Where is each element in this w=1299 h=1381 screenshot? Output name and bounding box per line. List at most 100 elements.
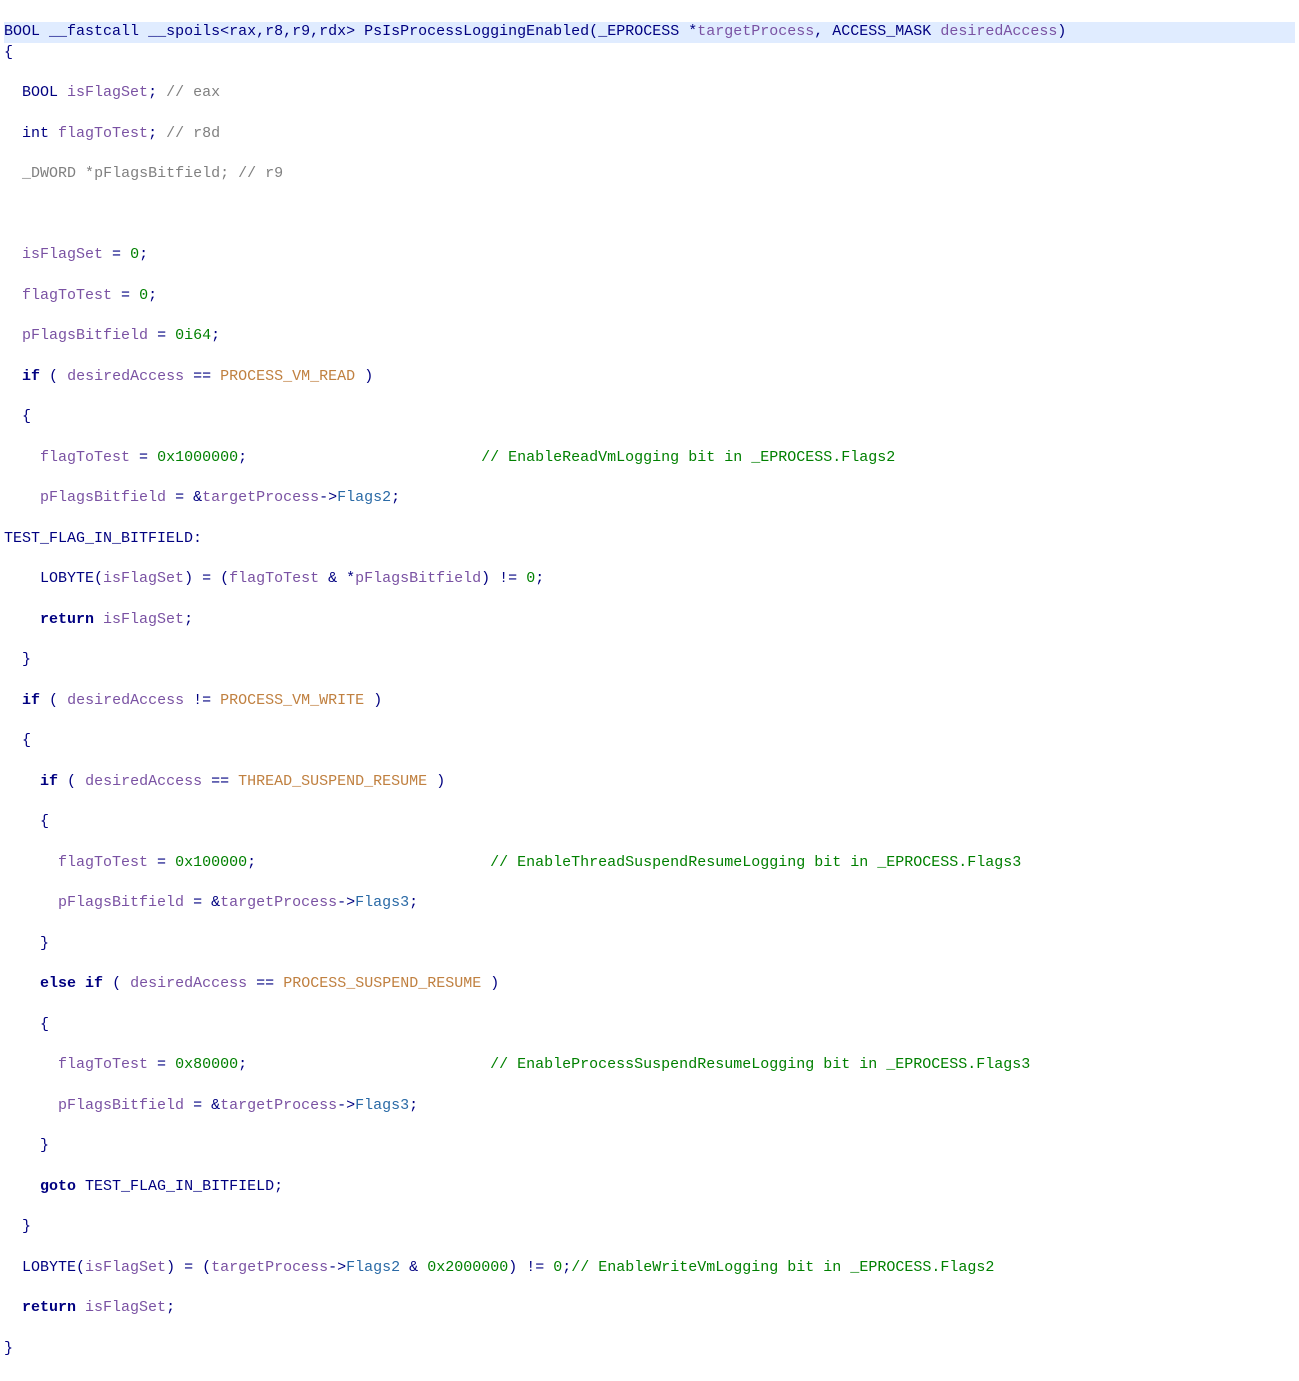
return-value[interactable]: isFlagSet <box>103 611 184 628</box>
local-decl[interactable]: int flagToTest; // r8d <box>4 124 1295 144</box>
cond-const[interactable]: PROCESS_SUSPEND_RESUME <box>283 975 481 992</box>
brace-open: { <box>4 407 1295 427</box>
assignment[interactable]: pFlagsBitfield = &targetProcess->Flags3; <box>4 1096 1295 1116</box>
spoils-list: <rax,r8,r9,rdx> <box>220 23 355 40</box>
return-keyword: return <box>40 611 94 628</box>
lhs[interactable]: pFlagsBitfield <box>22 327 148 344</box>
comment: // EnableThreadSuspendResumeLogging bit … <box>490 854 1021 871</box>
rhs: 0x100000 <box>175 854 247 871</box>
spoils-keyword: __spoils <box>148 23 220 40</box>
member[interactable]: Flags2 <box>337 489 391 506</box>
param2-name[interactable]: desiredAccess <box>940 23 1057 40</box>
cond-var[interactable]: desiredAccess <box>67 368 184 385</box>
lhs[interactable]: pFlagsBitfield <box>58 894 184 911</box>
assignment[interactable]: isFlagSet = 0; <box>4 245 1295 265</box>
goto-target[interactable]: TEST_FLAG_IN_BITFIELD <box>85 1178 274 1195</box>
arg[interactable]: isFlagSet <box>85 1259 166 1276</box>
cond-var[interactable]: desiredAccess <box>130 975 247 992</box>
assignment[interactable]: pFlagsBitfield = &targetProcess->Flags3; <box>4 893 1295 913</box>
brace-close: } <box>4 1339 1295 1359</box>
lhs[interactable]: isFlagSet <box>22 246 103 263</box>
mask: 0x2000000 <box>427 1259 508 1276</box>
if-keyword: if <box>22 368 40 385</box>
lhs[interactable]: flagToTest <box>22 287 112 304</box>
brace-close: } <box>4 1217 1295 1237</box>
brace-open: { <box>4 43 1295 63</box>
assignment[interactable]: LOBYTE(isFlagSet) = (flagToTest & *pFlag… <box>4 569 1295 589</box>
operand-b[interactable]: pFlagsBitfield <box>355 570 481 587</box>
comment: // EnableWriteVmLogging bit in _EPROCESS… <box>571 1259 994 1276</box>
calling-convention: __fastcall <box>49 23 139 40</box>
brace-close: } <box>4 1136 1295 1156</box>
lhs[interactable]: flagToTest <box>58 1056 148 1073</box>
local-decl[interactable]: BOOL isFlagSet; // eax <box>4 83 1295 103</box>
return-keyword: return <box>22 1299 76 1316</box>
rhs: 0x80000 <box>175 1056 238 1073</box>
cond-var[interactable]: desiredAccess <box>67 692 184 709</box>
assignment[interactable]: flagToTest = 0; <box>4 286 1295 306</box>
decompiler-view[interactable]: BOOL __fastcall __spoils<rax,r8,r9,rdx> … <box>0 0 1299 1381</box>
assignment[interactable]: flagToTest = 0x1000000; // EnableReadVmL… <box>4 448 1295 468</box>
lhs[interactable]: flagToTest <box>58 854 148 871</box>
rhs: 0x1000000 <box>157 449 238 466</box>
local-decl[interactable]: _DWORD *pFlagsBitfield; // r9 <box>4 164 1295 184</box>
zero: 0 <box>553 1259 562 1276</box>
assignment[interactable]: flagToTest = 0x80000; // EnableProcessSu… <box>4 1055 1295 1075</box>
decl-type: _DWORD <box>22 165 76 182</box>
rhs-var[interactable]: targetProcess <box>202 489 319 506</box>
else-if-statement[interactable]: else if ( desiredAccess == PROCESS_SUSPE… <box>4 974 1295 994</box>
lhs[interactable]: pFlagsBitfield <box>58 1097 184 1114</box>
operand-a[interactable]: flagToTest <box>229 570 319 587</box>
return-statement[interactable]: return isFlagSet; <box>4 610 1295 630</box>
return-type: BOOL <box>4 23 40 40</box>
rhs-var[interactable]: targetProcess <box>220 1097 337 1114</box>
decl-type: int <box>22 125 49 142</box>
member[interactable]: Flags2 <box>346 1259 400 1276</box>
else-keyword: else <box>40 975 76 992</box>
macro[interactable]: LOBYTE <box>40 570 94 587</box>
if-statement[interactable]: if ( desiredAccess == THREAD_SUSPEND_RES… <box>4 772 1295 792</box>
param2-type: ACCESS_MASK <box>832 23 931 40</box>
assignment[interactable]: LOBYTE(isFlagSet) = (targetProcess->Flag… <box>4 1258 1295 1278</box>
assignment[interactable]: pFlagsBitfield = &targetProcess->Flags2; <box>4 488 1295 508</box>
blank-line <box>4 205 1295 225</box>
goto-statement[interactable]: goto TEST_FLAG_IN_BITFIELD; <box>4 1177 1295 1197</box>
function-signature[interactable]: BOOL __fastcall __spoils<rax,r8,r9,rdx> … <box>4 22 1295 42</box>
rhs: 0 <box>130 246 139 263</box>
brace-close: } <box>4 650 1295 670</box>
assignment[interactable]: pFlagsBitfield = 0i64; <box>4 326 1295 346</box>
arg[interactable]: isFlagSet <box>103 570 184 587</box>
comment: // EnableReadVmLogging bit in _EPROCESS.… <box>481 449 895 466</box>
label-name[interactable]: TEST_FLAG_IN_BITFIELD <box>4 530 193 547</box>
cond-const[interactable]: PROCESS_VM_READ <box>220 368 355 385</box>
param1-type: _EPROCESS <box>598 23 679 40</box>
member[interactable]: Flags3 <box>355 1097 409 1114</box>
rhs: 0 <box>139 287 148 304</box>
param1-name[interactable]: targetProcess <box>697 23 814 40</box>
decl-name[interactable]: flagToTest <box>58 125 148 142</box>
macro[interactable]: LOBYTE <box>22 1259 76 1276</box>
return-value[interactable]: isFlagSet <box>85 1299 166 1316</box>
label-definition[interactable]: TEST_FLAG_IN_BITFIELD: <box>4 529 1295 549</box>
lhs[interactable]: pFlagsBitfield <box>40 489 166 506</box>
if-keyword: if <box>22 692 40 709</box>
if-keyword: if <box>85 975 103 992</box>
if-statement[interactable]: if ( desiredAccess != PROCESS_VM_WRITE ) <box>4 691 1295 711</box>
var[interactable]: targetProcess <box>211 1259 328 1276</box>
lhs[interactable]: flagToTest <box>40 449 130 466</box>
assignment[interactable]: flagToTest = 0x100000; // EnableThreadSu… <box>4 853 1295 873</box>
decl-name[interactable]: isFlagSet <box>67 84 148 101</box>
reg-comment: // r9 <box>238 165 283 182</box>
comment: // EnableProcessSuspendResumeLogging bit… <box>490 1056 1030 1073</box>
decl-name[interactable]: pFlagsBitfield <box>94 165 220 182</box>
cond-const[interactable]: PROCESS_VM_WRITE <box>220 692 364 709</box>
rhs-var[interactable]: targetProcess <box>220 894 337 911</box>
brace-open: { <box>4 812 1295 832</box>
return-statement[interactable]: return isFlagSet; <box>4 1298 1295 1318</box>
if-statement[interactable]: if ( desiredAccess == PROCESS_VM_READ ) <box>4 367 1295 387</box>
brace-open: { <box>4 731 1295 751</box>
rhs: 0i64 <box>175 327 211 344</box>
decl-type: BOOL <box>22 84 58 101</box>
function-name[interactable]: PsIsProcessLoggingEnabled <box>364 23 589 40</box>
member[interactable]: Flags3 <box>355 894 409 911</box>
